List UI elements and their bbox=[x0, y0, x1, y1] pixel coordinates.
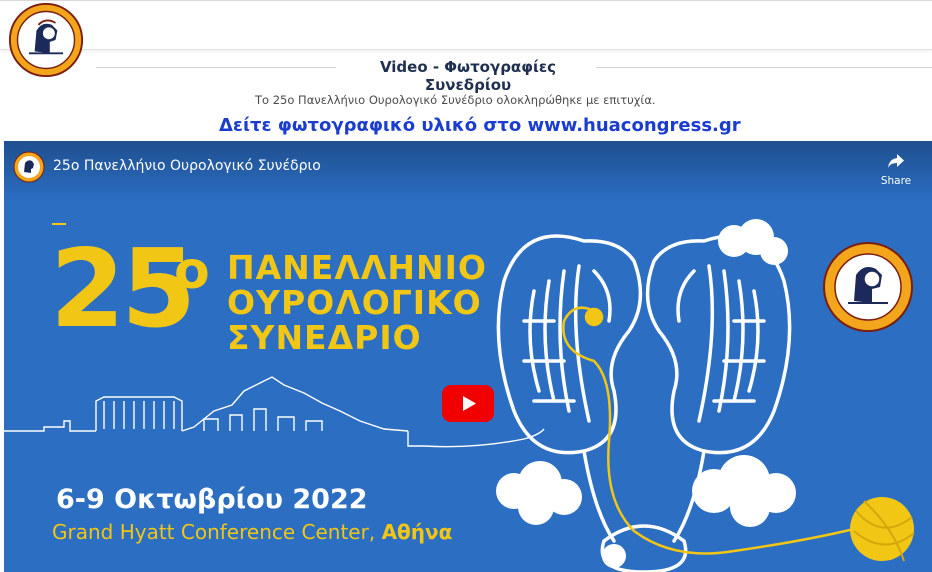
decorative-dash bbox=[52, 223, 66, 225]
intro-text: Το 25ο Πανελλήνιο Ουρολογικό Συνέδριο ολ… bbox=[255, 93, 656, 107]
poster-title-line-1: ΠΑΝΕΛΛΗΝΙΟ bbox=[227, 248, 487, 287]
venue-name: Grand Hyatt Conference Center, bbox=[52, 520, 382, 544]
channel-avatar[interactable] bbox=[13, 151, 45, 183]
poster-edition-number: 25 bbox=[50, 227, 196, 352]
poster-edition-superscript: ο bbox=[174, 241, 210, 301]
title-rule-right bbox=[596, 67, 932, 68]
top-header bbox=[0, 0, 932, 50]
poster-title-line-3: ΣΥΝΕΔΡΙΟ bbox=[227, 318, 422, 357]
title-rule-left bbox=[96, 67, 336, 68]
association-logo[interactable] bbox=[8, 2, 84, 78]
share-icon bbox=[888, 154, 904, 168]
event-venue: Grand Hyatt Conference Center, Αθήνα bbox=[52, 520, 452, 544]
youtube-video-embed[interactable]: 25ο Πανελλήνιο Ουρολογικό Συνέδριο Share… bbox=[4, 141, 932, 572]
section-header: Video - Φωτογραφίες Συνεδρίου bbox=[96, 58, 932, 94]
event-dates: 6-9 Οκτωβρίου 2022 bbox=[56, 484, 368, 515]
venue-city: Αθήνα bbox=[381, 520, 453, 544]
poster-title-line-2: ΟΥΡΟΛΟΓΙΚΟ bbox=[227, 283, 482, 322]
association-logo-video bbox=[823, 242, 913, 332]
top-border-line bbox=[0, 0, 932, 1]
video-title[interactable]: 25ο Πανελλήνιο Ουρολογικό Συνέδριο bbox=[53, 158, 321, 174]
photo-gallery-link[interactable]: Δείτε φωτογραφικό υλικό στο www.huacongr… bbox=[219, 115, 741, 136]
share-button[interactable]: Share bbox=[880, 153, 912, 187]
section-title: Video - Φωτογραφίες Συνεδρίου bbox=[379, 58, 557, 94]
share-label: Share bbox=[880, 175, 912, 187]
play-button[interactable] bbox=[442, 385, 494, 422]
youtube-play-icon bbox=[463, 396, 476, 411]
